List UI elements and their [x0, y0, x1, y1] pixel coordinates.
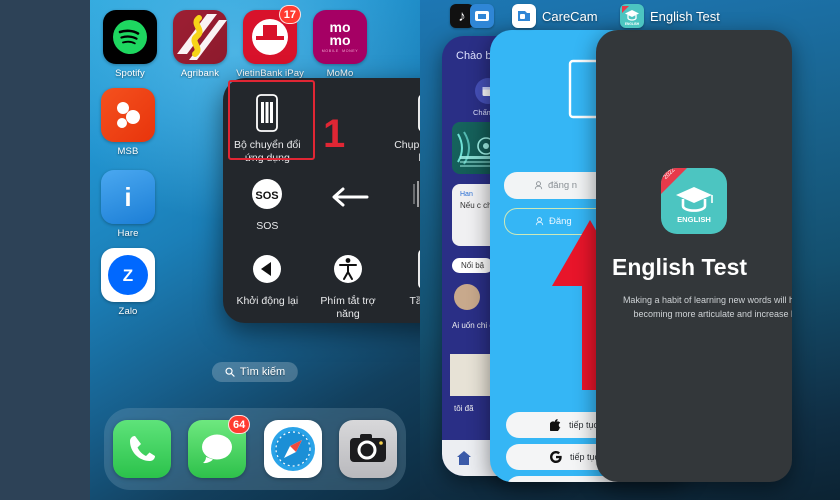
- assistive-touch-menu[interactable]: Bộ chuyển đổi ứng dụng Chụp ảnh màn h: [223, 78, 420, 323]
- app-label: MSB: [117, 146, 139, 157]
- badge-count: 17: [278, 5, 301, 24]
- username-field-value: đăng n: [548, 180, 578, 191]
- badge-count: 64: [228, 415, 251, 434]
- switcher-app-english-test[interactable]: ENGLISH English Test: [620, 4, 720, 28]
- menu-item-label: SOS: [256, 219, 279, 232]
- restart-icon: [248, 246, 286, 292]
- screenshot-icon: [415, 90, 420, 136]
- assistive-touch-grid: Bộ chuyển đổi ứng dụng Chụp ảnh màn h: [223, 78, 420, 323]
- english-card-content: ENGLISH 2022 English Test Making a habit…: [596, 30, 792, 482]
- app-switcher-header: ♪ CareCam ENGLISH English Test: [420, 0, 840, 32]
- app-label: Spotify: [115, 68, 145, 79]
- accessibility-shortcut-icon: [329, 246, 367, 292]
- card-greeting: Chào b: [456, 50, 492, 62]
- app-momo[interactable]: mo mo MOBILE MONEY MoMo: [306, 10, 374, 79]
- menu-cell-empty-top: [308, 84, 389, 165]
- zalo-icon: Z: [101, 248, 155, 302]
- switcher-app-carecam[interactable]: CareCam: [512, 4, 598, 28]
- menu-item-label: Phím tắt trợ năng: [320, 295, 376, 321]
- menu-item-app-switcher[interactable]: Bộ chuyển đổi ứng dụng: [227, 84, 308, 165]
- english-card-title: English Test: [612, 254, 748, 280]
- carecam-icon-small: [470, 4, 494, 28]
- app-spotify[interactable]: Spotify: [96, 10, 164, 79]
- safari-icon[interactable]: [263, 420, 322, 478]
- search-pill-label: Tìm kiếm: [239, 366, 286, 378]
- english-card-description: Making a habit of learning new words wil…: [622, 295, 792, 319]
- menu-item-label: Chụp ảnh màn hình: [394, 139, 420, 164]
- english-test-icon: ENGLISH: [620, 4, 644, 28]
- person-icon: [534, 181, 543, 190]
- menu-item-restart[interactable]: Khởi động lại: [227, 240, 308, 321]
- camera-icon[interactable]: [339, 420, 398, 478]
- shake-icon: [406, 171, 420, 217]
- svg-text:ENGLISH: ENGLISH: [625, 22, 640, 26]
- switcher-app-label: CareCam: [542, 8, 598, 24]
- reachability-icon: [415, 246, 420, 292]
- app-card-english-test[interactable]: ENGLISH 2022 English Test Making a habit…: [596, 30, 792, 482]
- spotify-icon: [103, 10, 157, 64]
- menu-item-reachability[interactable]: Tầm với: [388, 240, 420, 321]
- back-arrow-icon[interactable]: [327, 183, 371, 216]
- switcher-app-label: English Test: [650, 8, 720, 24]
- dock-messages-wrap: 64: [188, 415, 251, 478]
- right-phone-app-switcher: ♪ CareCam ENGLISH English Test Chào b Ch…: [420, 0, 840, 500]
- sos-icon: SOS: [247, 171, 287, 217]
- menu-item-sos[interactable]: SOS SOS: [227, 165, 308, 241]
- card-post-text-2: tôi đã: [454, 404, 474, 413]
- home-icon: [457, 451, 471, 465]
- google-icon: [550, 451, 562, 463]
- app-hare[interactable]: i Hare: [94, 170, 162, 239]
- hare-icon: i: [101, 170, 155, 224]
- menu-item-label: Bộ chuyển đổi ứng dụng: [234, 139, 301, 164]
- switcher-app-tiktok[interactable]: ♪: [450, 4, 500, 28]
- svg-text:SOS: SOS: [256, 190, 279, 202]
- carecam-icon: [512, 4, 536, 28]
- search-pill[interactable]: Tìm kiếm: [211, 362, 299, 382]
- menu-item-label: Tầm với: [409, 295, 420, 308]
- menu-item-shake[interactable]: Lắc: [388, 165, 420, 241]
- app-vietinbank-ipay[interactable]: 17 VietinBank iPay: [236, 5, 304, 79]
- app-label: Zalo: [118, 306, 138, 317]
- search-icon: [225, 367, 235, 377]
- app-agribank[interactable]: Agribank: [166, 10, 234, 79]
- apple-icon: [550, 419, 561, 431]
- svg-text:Z: Z: [123, 266, 133, 285]
- msb-icon: [101, 88, 155, 142]
- menu-item-label: Khởi động lại: [236, 295, 299, 308]
- menu-item-accessibility-shortcut[interactable]: Phím tắt trợ năng: [308, 240, 389, 321]
- app-zalo[interactable]: Z Zalo: [94, 248, 162, 317]
- left-phone-home-screen: Spotify Agribank 17 VietinBank iPay mo m…: [90, 0, 420, 500]
- momo-icon: mo mo MOBILE MONEY: [313, 10, 367, 64]
- person-icon: [535, 217, 544, 226]
- svg-text:ENGLISH: ENGLISH: [677, 215, 711, 224]
- phone-icon[interactable]: [112, 420, 171, 478]
- english-test-icon: ENGLISH 2022: [661, 168, 727, 234]
- dock: 64: [104, 408, 406, 490]
- card-featured-pill[interactable]: Nổi bậ: [452, 258, 494, 273]
- app-label: Hare: [117, 228, 139, 239]
- screenshot-stage: Spotify Agribank 17 VietinBank iPay mo m…: [0, 0, 840, 500]
- step-number-1: 1: [323, 112, 346, 156]
- menu-item-screenshot[interactable]: Chụp ảnh màn hình: [388, 84, 420, 165]
- avatar: [454, 284, 480, 310]
- agribank-icon: [173, 10, 227, 64]
- app-msb[interactable]: MSB: [94, 88, 162, 157]
- app-switcher-icon: [252, 90, 282, 136]
